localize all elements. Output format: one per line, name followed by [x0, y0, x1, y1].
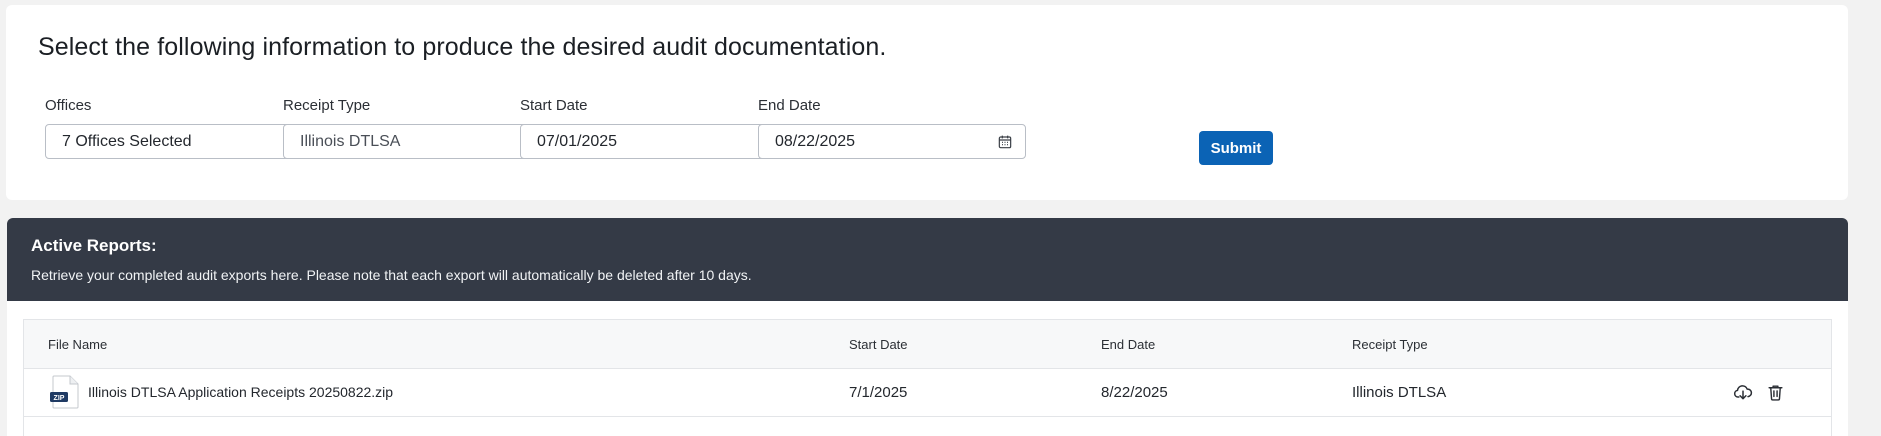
reports-table: File Name Start Date End Date Receipt Ty…	[23, 319, 1832, 436]
receipt-type-field: Receipt Type Illinois DTLSA	[283, 97, 551, 159]
start-date-value: 07/01/2025	[537, 132, 618, 150]
offices-input[interactable]: 7 Offices Selected	[45, 124, 313, 159]
row-end-date: 8/22/2025	[1101, 384, 1168, 401]
download-icon[interactable]	[1732, 381, 1754, 403]
offices-field: Offices 7 Offices Selected	[45, 97, 313, 159]
page: Select the following information to prod…	[0, 0, 1881, 436]
end-date-value: 08/22/2025	[775, 132, 856, 150]
receipt-type-label: Receipt Type	[283, 97, 371, 114]
offices-label: Offices	[45, 97, 92, 114]
row-receipt-type: Illinois DTLSA	[1352, 384, 1447, 401]
column-header-end-date[interactable]: End Date	[1101, 337, 1155, 352]
form-heading: Select the following information to prod…	[38, 33, 887, 61]
end-date-input[interactable]: 08/22/2025	[758, 124, 1026, 159]
row-start-date: 7/1/2025	[849, 384, 908, 401]
trash-icon[interactable]	[1764, 381, 1786, 403]
zip-file-icon: ZIP	[50, 375, 80, 409]
column-header-file-name[interactable]: File Name	[48, 337, 107, 352]
submit-button[interactable]: Submit	[1199, 131, 1273, 165]
svg-text:ZIP: ZIP	[54, 395, 65, 402]
end-date-label: End Date	[758, 97, 821, 114]
start-date-input[interactable]: 07/01/2025	[520, 124, 788, 159]
end-date-field: End Date 08/22/2025	[758, 97, 1026, 159]
column-header-receipt-type[interactable]: Receipt Type	[1352, 337, 1428, 352]
column-header-start-date[interactable]: Start Date	[849, 337, 908, 352]
start-date-field: Start Date 07/01/2025	[520, 97, 788, 159]
active-reports-body: File Name Start Date End Date Receipt Ty…	[7, 301, 1848, 436]
receipt-type-value: Illinois DTLSA	[300, 132, 401, 150]
page-scrollbar-track[interactable]	[1858, 0, 1881, 436]
active-reports-title: Active Reports:	[31, 236, 157, 255]
start-date-label: Start Date	[520, 97, 588, 114]
audit-form-card: Select the following information to prod…	[6, 5, 1848, 200]
table-header: File Name Start Date End Date Receipt Ty…	[24, 320, 1831, 369]
offices-value: 7 Offices Selected	[62, 132, 192, 150]
receipt-type-select[interactable]: Illinois DTLSA	[283, 124, 551, 159]
table-row: ZIP Illinois DTLSA Application Receipts …	[24, 369, 1831, 417]
file-name[interactable]: Illinois DTLSA Application Receipts 2025…	[88, 384, 393, 400]
active-reports-header: Active Reports: Retrieve your completed …	[7, 218, 1848, 301]
active-reports-description: Retrieve your completed audit exports he…	[31, 267, 752, 283]
calendar-icon[interactable]	[995, 132, 1015, 152]
